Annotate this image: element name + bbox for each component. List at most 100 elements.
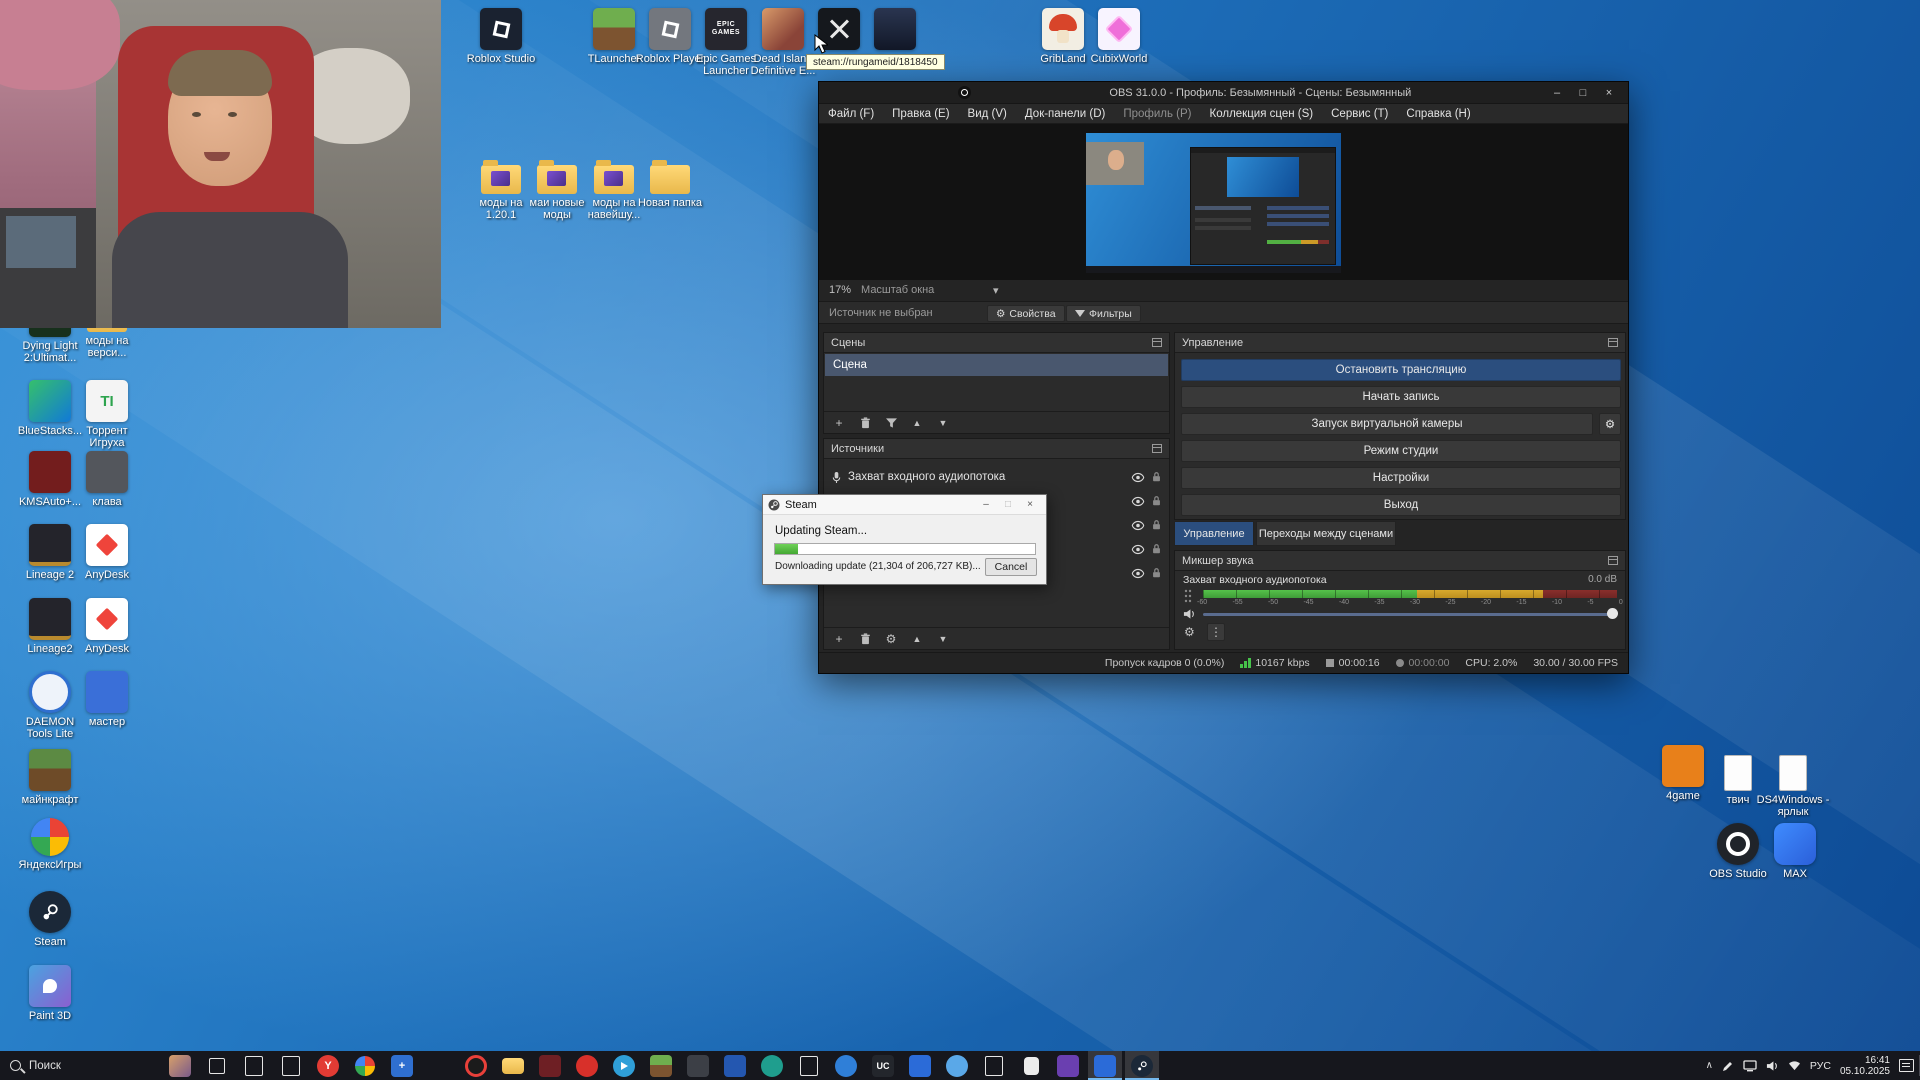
studio-mode-button[interactable]: Режим студии — [1181, 440, 1621, 462]
exit-button[interactable]: Выход — [1181, 494, 1621, 516]
close-button[interactable]: × — [1019, 497, 1041, 513]
desktop-folder-new[interactable]: Новая папка — [632, 157, 708, 209]
desktop-icon-master[interactable]: мастер — [69, 671, 145, 728]
visibility-eye-icon[interactable] — [1131, 519, 1145, 532]
taskbar-app-5[interactable] — [570, 1051, 604, 1080]
menu-edit[interactable]: Правка (E) — [883, 104, 958, 124]
obs-preview-area[interactable] — [819, 124, 1628, 280]
visibility-eye-icon[interactable] — [1131, 567, 1145, 580]
taskbar-app-16-active[interactable] — [1088, 1051, 1122, 1080]
minimize-button[interactable]: – — [975, 497, 997, 513]
taskbar-app-11[interactable] — [903, 1051, 937, 1080]
desktop-icon-ds4windows[interactable]: DS4Windows - ярлык — [1755, 753, 1831, 818]
cancel-button[interactable]: Cancel — [985, 558, 1037, 576]
scene-filters-icon[interactable] — [884, 418, 898, 428]
network-icon[interactable] — [1788, 1060, 1801, 1071]
taskbar-opera[interactable] — [459, 1051, 493, 1080]
taskbar-app-4[interactable] — [533, 1051, 567, 1080]
language-indicator[interactable]: РУС — [1810, 1060, 1831, 1072]
visibility-eye-icon[interactable] — [1131, 543, 1145, 556]
tab-controls[interactable]: Управление — [1174, 521, 1254, 546]
virtual-camera-config-gear-icon[interactable]: ⚙ — [1599, 413, 1621, 435]
menu-scene-collection[interactable]: Коллекция сцен (S) — [1201, 104, 1323, 124]
menu-tools[interactable]: Сервис (T) — [1322, 104, 1397, 124]
scene-list-item[interactable]: Сцена — [825, 354, 1168, 376]
minimize-button[interactable]: – — [1544, 83, 1570, 103]
filters-button[interactable]: Фильтры — [1066, 305, 1141, 322]
lock-icon[interactable] — [1151, 495, 1162, 507]
taskbar-app-15[interactable] — [1051, 1051, 1085, 1080]
desktop-icon-steam[interactable]: Steam — [12, 891, 88, 948]
pen-icon[interactable] — [1722, 1060, 1734, 1072]
hidden-icons-chevron[interactable]: ∧ — [1706, 1060, 1713, 1071]
desktop-icon-torrent-igruha[interactable]: TI Торрент Игруха — [69, 380, 145, 449]
volume-icon[interactable] — [1766, 1060, 1779, 1072]
menu-help[interactable]: Справка (H) — [1397, 104, 1479, 124]
desktop-icon-anydesk-2[interactable]: AnyDesk — [69, 598, 145, 655]
taskbar-search[interactable]: Поиск — [0, 1051, 160, 1080]
taskbar-app-13[interactable] — [977, 1051, 1011, 1080]
lock-icon[interactable] — [1151, 567, 1162, 579]
taskbar-widgets-button[interactable] — [163, 1051, 197, 1080]
taskbar-app-6[interactable] — [681, 1051, 715, 1080]
add-source-icon[interactable]: + — [832, 632, 846, 646]
menu-profile[interactable]: Профиль (P) — [1114, 104, 1200, 124]
taskbar-clock[interactable]: 16:41 05.10.2025 — [1840, 1055, 1890, 1077]
add-scene-icon[interactable]: + — [832, 416, 846, 430]
stop-streaming-button[interactable]: Остановить трансляцию — [1181, 359, 1621, 381]
volume-slider-track[interactable] — [1203, 613, 1617, 616]
display-icon[interactable] — [1743, 1060, 1757, 1072]
taskbar-file-explorer[interactable] — [496, 1051, 530, 1080]
taskbar-app-3[interactable]: + — [385, 1051, 419, 1080]
settings-button[interactable]: Настройки — [1181, 467, 1621, 489]
visibility-eye-icon[interactable] — [1131, 495, 1145, 508]
lock-icon[interactable] — [1151, 543, 1162, 555]
taskbar-telegram[interactable] — [607, 1051, 641, 1080]
desktop-icon-yandex-games[interactable]: ЯндексИгры — [12, 818, 88, 871]
taskbar-steam-active[interactable] — [1125, 1051, 1159, 1080]
panel-menu-icon[interactable] — [1608, 338, 1618, 347]
remove-source-icon[interactable] — [858, 633, 872, 645]
visibility-eye-icon[interactable] — [1131, 471, 1145, 484]
desktop-icon-minecraft[interactable]: майнкрафт — [12, 749, 88, 806]
maximize-button[interactable]: □ — [1570, 83, 1596, 103]
mixer-grip-icon[interactable] — [1184, 589, 1192, 603]
taskbar-yandex-games[interactable] — [422, 1051, 456, 1080]
taskbar-app-12[interactable] — [940, 1051, 974, 1080]
start-recording-button[interactable]: Начать запись — [1181, 386, 1621, 408]
tab-scene-transitions[interactable]: Переходы между сценами — [1256, 521, 1396, 546]
close-button[interactable]: × — [1596, 83, 1622, 103]
taskbar-app-14[interactable] — [1014, 1051, 1048, 1080]
desktop-icon-roblox-studio[interactable]: Roblox Studio — [463, 8, 539, 65]
zoom-caret-icon[interactable]: ▾ — [993, 284, 999, 297]
move-scene-up-icon[interactable]: ▲ — [910, 418, 924, 428]
taskbar-app-2[interactable] — [274, 1051, 308, 1080]
desktop-icon-paint3d[interactable]: Paint 3D — [12, 965, 88, 1022]
move-source-down-icon[interactable]: ▼ — [936, 634, 950, 644]
desktop-icon-anydesk-1[interactable]: AnyDesk — [69, 524, 145, 581]
lock-icon[interactable] — [1151, 519, 1162, 531]
desktop-icon-max[interactable]: MAX — [1757, 823, 1833, 880]
speaker-icon[interactable] — [1183, 608, 1196, 620]
taskbar-app-1[interactable] — [237, 1051, 271, 1080]
move-source-up-icon[interactable]: ▲ — [910, 634, 924, 644]
mixer-settings-gear-icon[interactable]: ⚙ — [1184, 625, 1195, 639]
properties-button[interactable]: ⚙ Свойства — [987, 305, 1065, 322]
taskbar-chrome[interactable] — [348, 1051, 382, 1080]
desktop-icon-cubixworld[interactable]: CubixWorld — [1081, 8, 1157, 65]
taskbar-app-8[interactable] — [755, 1051, 789, 1080]
steam-dialog-titlebar[interactable]: Steam – □ × — [763, 495, 1046, 515]
volume-slider-knob[interactable] — [1607, 608, 1618, 619]
panel-menu-icon[interactable] — [1152, 338, 1162, 347]
desktop-icon-klava[interactable]: клава — [69, 451, 145, 508]
source-row-audio-capture[interactable]: Захват входного аудиопотока — [825, 465, 1168, 489]
action-center-icon[interactable] — [1899, 1059, 1914, 1072]
menu-docks[interactable]: Док-панели (D) — [1016, 104, 1114, 124]
panel-menu-icon[interactable] — [1608, 556, 1618, 565]
taskbar-uc-browser[interactable]: UC — [866, 1051, 900, 1080]
taskbar-app-10[interactable] — [829, 1051, 863, 1080]
lock-icon[interactable] — [1151, 471, 1162, 483]
move-scene-down-icon[interactable]: ▼ — [936, 418, 950, 428]
mixer-options-dots-icon[interactable]: ⋮ — [1207, 623, 1225, 641]
taskbar-app-7[interactable] — [718, 1051, 752, 1080]
